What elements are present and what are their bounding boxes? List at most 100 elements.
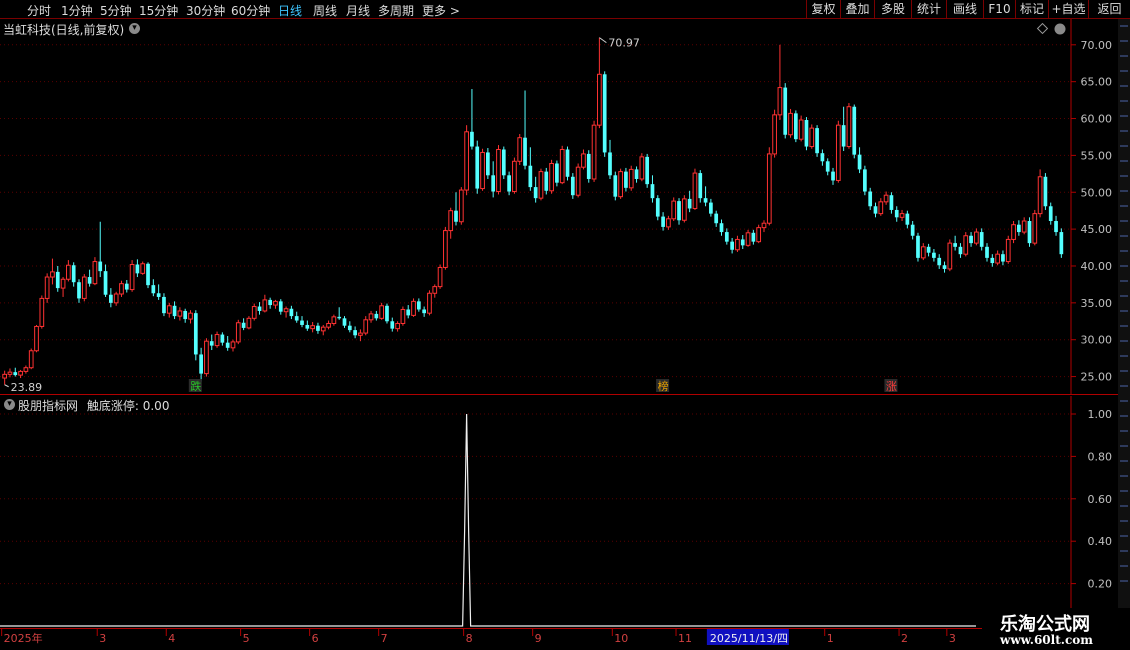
timeframe-tab[interactable]: 15分钟 (139, 2, 178, 19)
timeframe-tab[interactable]: 5分钟 (100, 2, 132, 19)
candle (283, 306, 289, 318)
candle-body (1059, 232, 1064, 255)
candle (953, 235, 957, 251)
toolbar-button[interactable]: 叠加 (840, 0, 874, 19)
candle (878, 198, 884, 216)
candle-body (1043, 176, 1048, 207)
timeframe-tab[interactable]: 日线 (278, 2, 302, 19)
candle (1048, 202, 1053, 225)
candle-body (868, 191, 873, 207)
candle-body (13, 372, 18, 376)
candle-body (565, 149, 570, 177)
candle-body (39, 297, 45, 327)
timeframe-tab[interactable]: 分时 (27, 2, 51, 19)
indicator-chart[interactable]: 1.00 0.80 0.60 0.40 0.20 (0, 396, 1118, 628)
candle-body (220, 334, 225, 343)
candle (528, 147, 533, 191)
candle-body (395, 322, 400, 330)
candle (28, 348, 34, 370)
candle-body (81, 276, 87, 299)
candle-body (793, 113, 798, 140)
candle (671, 197, 677, 222)
candle (777, 44, 783, 121)
candle-body (454, 210, 458, 222)
candle (135, 259, 140, 278)
candle-body (899, 213, 905, 218)
candle (597, 37, 602, 129)
candle-body (66, 264, 71, 280)
candle (34, 324, 39, 353)
candle-body (581, 153, 586, 168)
chevron-down-icon (1054, 23, 1066, 35)
candle (109, 288, 113, 308)
candle-body (804, 120, 809, 147)
candle (565, 146, 570, 181)
candle (809, 124, 815, 149)
candle (310, 322, 315, 333)
candle (331, 314, 337, 326)
candle-body (555, 163, 559, 183)
right-strip-mark (1120, 505, 1128, 507)
candle-body (368, 313, 374, 321)
candle-body (698, 173, 703, 199)
y-tick-label: 25.00 (1081, 371, 1113, 384)
indicator-line (0, 413, 976, 627)
candle-body (1037, 176, 1043, 215)
candle-body (608, 152, 612, 176)
candle (129, 260, 135, 292)
candle-body (347, 325, 352, 331)
candle (905, 210, 910, 229)
candle (347, 321, 352, 333)
toolbar-button[interactable]: +自选 (1048, 0, 1088, 19)
toolbar-button[interactable]: 画线 (946, 0, 983, 19)
candle-body (18, 370, 23, 376)
right-strip-mark (1120, 520, 1128, 522)
candle-body (177, 310, 183, 317)
candle (974, 228, 979, 246)
timeframe-tab[interactable]: 30分钟 (186, 2, 225, 19)
y-tick-label: 60.00 (1081, 113, 1113, 126)
candle (852, 104, 857, 159)
candle (677, 198, 681, 225)
toolbar-button[interactable]: 多股 (874, 0, 911, 19)
timeframe-tab[interactable]: 周线 (313, 2, 337, 19)
timeframe-tab[interactable]: 多周期 (378, 2, 414, 19)
candle-body (719, 223, 724, 233)
y-tick-label: 65.00 (1081, 76, 1113, 89)
candlestick-chart[interactable]: 70.00 65.00 60.00 55.00 50.00 45.00 40.00 35.00… (0, 19, 1118, 395)
timeframe-tab[interactable]: 1分钟 (61, 2, 93, 19)
candle-body (523, 137, 527, 166)
candle (491, 161, 496, 198)
timeframe-tab[interactable]: 60分钟 (231, 2, 270, 19)
toolbar-button[interactable]: 统计 (911, 0, 946, 19)
min-price-label: 23.89 (11, 381, 43, 394)
date-tick-label: 3 (99, 632, 106, 645)
right-strip-mark (1120, 565, 1128, 567)
candle (926, 243, 931, 257)
candle (480, 148, 485, 191)
candle-body (77, 282, 81, 299)
candle (342, 316, 347, 328)
toolbar-button[interactable]: F10 (983, 0, 1015, 19)
candle-body (777, 87, 783, 116)
candle-body (501, 149, 506, 176)
y-tick-label: 30.00 (1081, 334, 1113, 347)
right-strip-mark (1120, 70, 1128, 72)
candle-body (140, 263, 146, 274)
candle-body (2, 373, 8, 379)
timeframe-tab[interactable]: 更多 > (422, 2, 460, 19)
candle-body (942, 265, 947, 269)
candle (13, 367, 18, 377)
timeframe-tab[interactable]: 月线 (346, 2, 370, 19)
toolbar-button[interactable]: 返回 (1088, 0, 1130, 19)
toolbar-button[interactable]: 标记 (1015, 0, 1048, 19)
candle (443, 226, 448, 270)
candle-body (316, 325, 320, 331)
candle (835, 120, 841, 183)
candle-body (294, 316, 299, 321)
toolbar-button[interactable]: 复权 (806, 0, 840, 19)
candle-body (920, 246, 926, 259)
candle-body (486, 152, 490, 176)
candle (570, 173, 575, 199)
candle (60, 277, 66, 297)
